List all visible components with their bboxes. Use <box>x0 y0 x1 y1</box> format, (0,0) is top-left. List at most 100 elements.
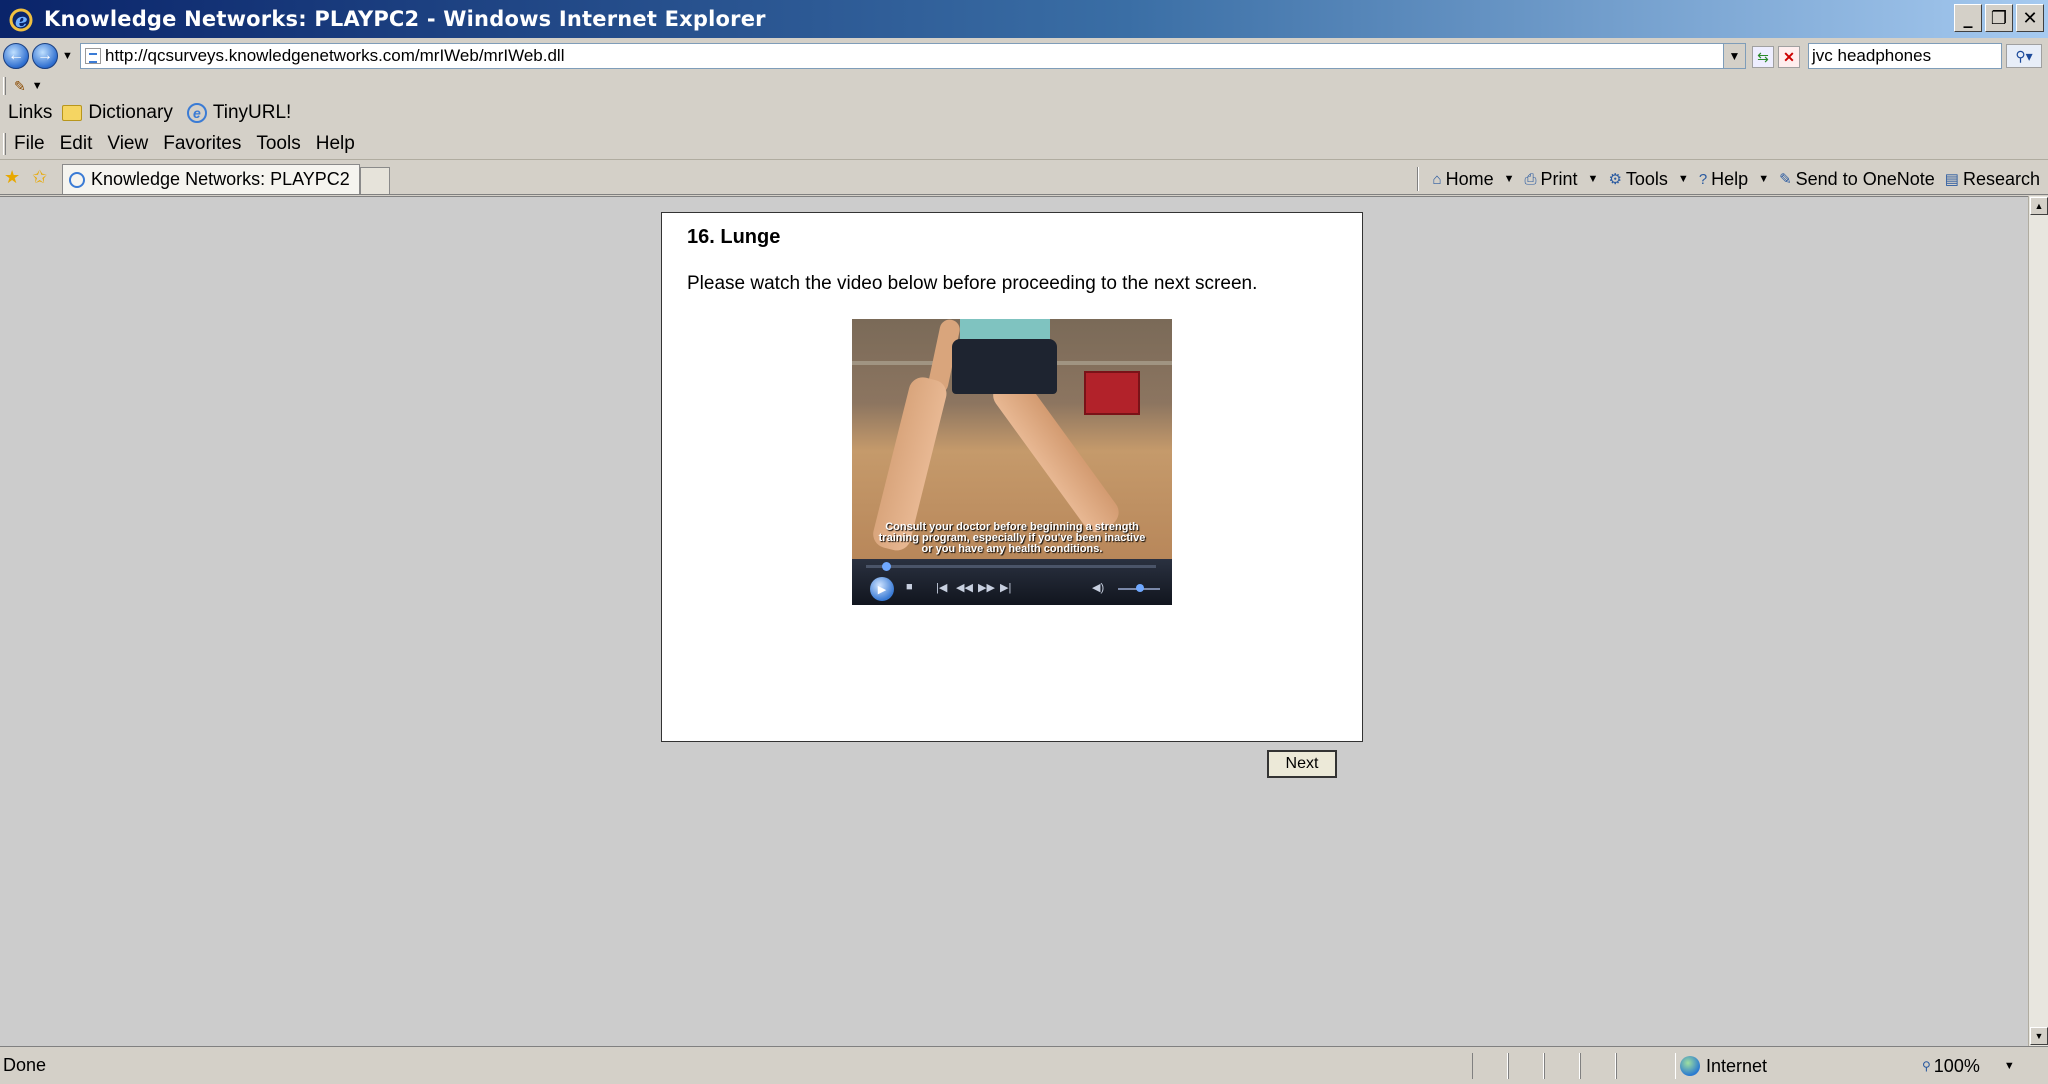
globe-icon <box>1680 1056 1700 1076</box>
command-separator <box>1416 167 1419 191</box>
stop-icon[interactable]: ✕ <box>1778 46 1800 68</box>
status-panel <box>1508 1053 1544 1079</box>
close-button[interactable]: ✕ <box>2016 4 2044 32</box>
gear-icon: ⚙ <box>1608 171 1622 188</box>
status-panel <box>1580 1053 1616 1079</box>
restore-button[interactable]: ❐ <box>1985 4 2013 32</box>
onenote-icon: ✎ <box>1779 171 1792 188</box>
folder-icon <box>62 105 83 121</box>
forward-button[interactable]: → <box>32 43 58 69</box>
research-icon: ▤ <box>1944 171 1959 188</box>
window-titlebar: e Knowledge Networks: PLAYPC2 - Windows … <box>0 0 2048 38</box>
video-controls: ▶ ■ |◀ ◀◀ ▶▶ ▶| ◀) <box>852 559 1172 605</box>
history-dropdown-icon[interactable]: ▼ <box>62 50 73 62</box>
link-dictionary[interactable]: Dictionary <box>62 102 173 124</box>
caption-line: or you have any health conditions. <box>921 543 1103 555</box>
status-panel <box>1544 1053 1580 1079</box>
search-icon[interactable]: ⚲▾ <box>2006 44 2042 68</box>
addon-icon[interactable]: ✎ <box>14 78 26 95</box>
extra-toolbar: ✎ ▼ <box>0 74 2048 98</box>
links-bar: Links Dictionary e TinyURL! <box>0 98 2048 128</box>
volume-slider[interactable] <box>1118 584 1160 592</box>
survey-panel: 16. Lunge Please watch the video below b… <box>661 212 1363 742</box>
vertical-scrollbar[interactable]: ▲ ▼ <box>2028 196 2048 1046</box>
tools-dropdown-icon[interactable]: ▼ <box>1678 173 1689 185</box>
page-icon <box>85 48 101 64</box>
menu-view[interactable]: View <box>107 133 148 155</box>
video-scene-box <box>1084 371 1140 415</box>
question-instruction: Please watch the video below before proc… <box>687 273 1258 294</box>
favorites-center-icon[interactable]: ★ <box>4 167 20 188</box>
research-label: Research <box>1962 168 2040 189</box>
scroll-down-icon[interactable]: ▼ <box>2030 1027 2048 1045</box>
refresh-icon[interactable]: ⇆ <box>1752 46 1774 68</box>
tab-active[interactable]: Knowledge Networks: PLAYPC2 <box>62 164 360 194</box>
ie-logo-icon: e <box>9 8 33 32</box>
search-input[interactable]: jvc headphones <box>1808 43 2002 69</box>
video-frame[interactable]: Consult your doctor before beginning a s… <box>852 319 1172 559</box>
zoom-control[interactable]: ⚲ 100% ▼ <box>1922 1053 2015 1079</box>
onenote-button[interactable]: ✎ Send to OneNote <box>1779 169 1935 190</box>
fast-forward-icon[interactable]: ▶▶ <box>978 581 995 594</box>
svg-text:e: e <box>15 8 28 32</box>
minimize-button[interactable]: _ <box>1954 4 1982 32</box>
play-icon[interactable]: ▶ <box>870 577 894 601</box>
status-panel <box>1616 1053 1676 1079</box>
seek-knob[interactable] <box>882 562 891 571</box>
menu-tools[interactable]: Tools <box>256 133 300 155</box>
address-dropdown-icon[interactable]: ▼ <box>1723 44 1745 68</box>
previous-icon[interactable]: |◀ <box>936 581 947 594</box>
volume-icon[interactable]: ◀) <box>1092 581 1104 594</box>
video-caption: Consult your doctor before beginning a s… <box>852 522 1172 555</box>
seek-bar[interactable] <box>866 562 1156 571</box>
menu-edit[interactable]: Edit <box>60 133 93 155</box>
toolbar-grip[interactable] <box>3 77 6 95</box>
status-text: Done <box>3 1055 47 1075</box>
addon-dropdown-icon[interactable]: ▼ <box>32 80 43 92</box>
menu-file[interactable]: File <box>14 133 45 155</box>
scroll-up-icon[interactable]: ▲ <box>2030 197 2048 215</box>
print-label: Print <box>1540 168 1578 189</box>
link-tinyurl[interactable]: e TinyURL! <box>186 102 291 124</box>
next-track-icon[interactable]: ▶| <box>1000 581 1011 594</box>
help-dropdown-icon[interactable]: ▼ <box>1758 173 1769 185</box>
next-button[interactable]: Next <box>1267 750 1337 778</box>
security-zone[interactable]: Internet <box>1680 1053 1767 1079</box>
help-label: Help <box>1711 168 1749 189</box>
print-icon: ⎙ <box>1524 170 1537 188</box>
add-favorites-icon[interactable]: ✩ <box>32 167 47 188</box>
tab-bar: ★ ✩ Knowledge Networks: PLAYPC2 ⌂ Home ▼… <box>0 161 2048 195</box>
volume-knob[interactable] <box>1136 584 1144 592</box>
home-dropdown-icon[interactable]: ▼ <box>1504 173 1515 185</box>
back-button[interactable]: ← <box>3 43 29 69</box>
zoom-label: 100% <box>1933 1055 1980 1076</box>
help-icon: ? <box>1698 170 1708 188</box>
address-url[interactable]: http://qcsurveys.knowledgenetworks.com/m… <box>105 46 564 66</box>
help-button[interactable]: ? Help ▼ <box>1699 169 1769 190</box>
question-title: 16. Lunge <box>687 226 781 248</box>
search-value[interactable]: jvc headphones <box>1812 46 1931 66</box>
link-label: Dictionary <box>88 102 173 123</box>
home-label: Home <box>1445 168 1494 189</box>
menu-grip[interactable] <box>3 132 6 155</box>
stop-video-icon[interactable]: ■ <box>906 581 913 593</box>
video-player[interactable]: Consult your doctor before beginning a s… <box>852 319 1172 605</box>
address-toolbar: ← → ▼ http://qcsurveys.knowledgenetworks… <box>0 38 2048 74</box>
tools-label: Tools <box>1625 168 1668 189</box>
address-input[interactable]: http://qcsurveys.knowledgenetworks.com/m… <box>80 43 1746 69</box>
print-dropdown-icon[interactable]: ▼ <box>1588 173 1599 185</box>
zone-label: Internet <box>1706 1055 1768 1076</box>
menu-help[interactable]: Help <box>316 133 355 155</box>
home-icon: ⌂ <box>1432 170 1442 188</box>
research-button[interactable]: ▤ Research <box>1945 169 2040 190</box>
menu-favorites[interactable]: Favorites <box>163 133 241 155</box>
page-content: 16. Lunge Please watch the video below b… <box>0 196 2028 1046</box>
onenote-label: Send to OneNote <box>1795 168 1935 189</box>
tools-button[interactable]: ⚙ Tools ▼ <box>1608 169 1688 190</box>
home-button[interactable]: ⌂ Home ▼ <box>1433 169 1515 190</box>
new-tab-button[interactable] <box>360 167 390 194</box>
zoom-dropdown-icon[interactable]: ▼ <box>2004 1060 2015 1072</box>
print-button[interactable]: ⎙ Print ▼ <box>1525 169 1599 190</box>
rewind-icon[interactable]: ◀◀ <box>956 581 973 594</box>
menu-bar: File Edit View Favorites Tools Help <box>0 128 2048 160</box>
